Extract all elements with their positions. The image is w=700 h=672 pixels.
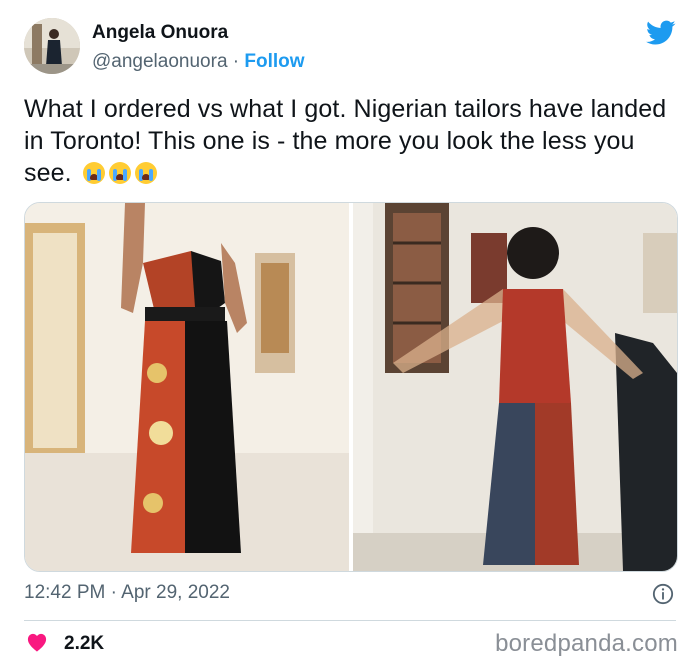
crying-face-emoji-icon (82, 162, 105, 184)
tweet-text: What I ordered vs what I got. Nigerian t… (24, 93, 684, 189)
author-handle[interactable]: @angelaonuora (92, 51, 228, 72)
info-icon[interactable] (652, 583, 674, 605)
received-outfit-photo[interactable] (353, 203, 677, 571)
heart-icon[interactable] (26, 632, 48, 652)
crying-face-emoji-icon (108, 162, 131, 184)
follow-button[interactable]: Follow (244, 51, 304, 72)
twitter-bird-icon[interactable] (646, 20, 676, 46)
separator-dot: · (227, 51, 245, 72)
author-handle-row: @angelaonuora · Follow (92, 51, 305, 73)
watermark: boredpanda.com (495, 630, 678, 657)
divider (24, 620, 676, 621)
crying-face-emoji-icon (134, 162, 157, 184)
ordered-outfit-photo[interactable] (25, 203, 349, 571)
tweet-timestamp[interactable]: 12:42 PM · Apr 29, 2022 (24, 582, 230, 604)
like-count[interactable]: 2.2K (64, 633, 104, 655)
avatar[interactable] (24, 18, 80, 74)
author-name[interactable]: Angela Onuora (92, 22, 228, 44)
tweet-media[interactable] (24, 202, 678, 572)
